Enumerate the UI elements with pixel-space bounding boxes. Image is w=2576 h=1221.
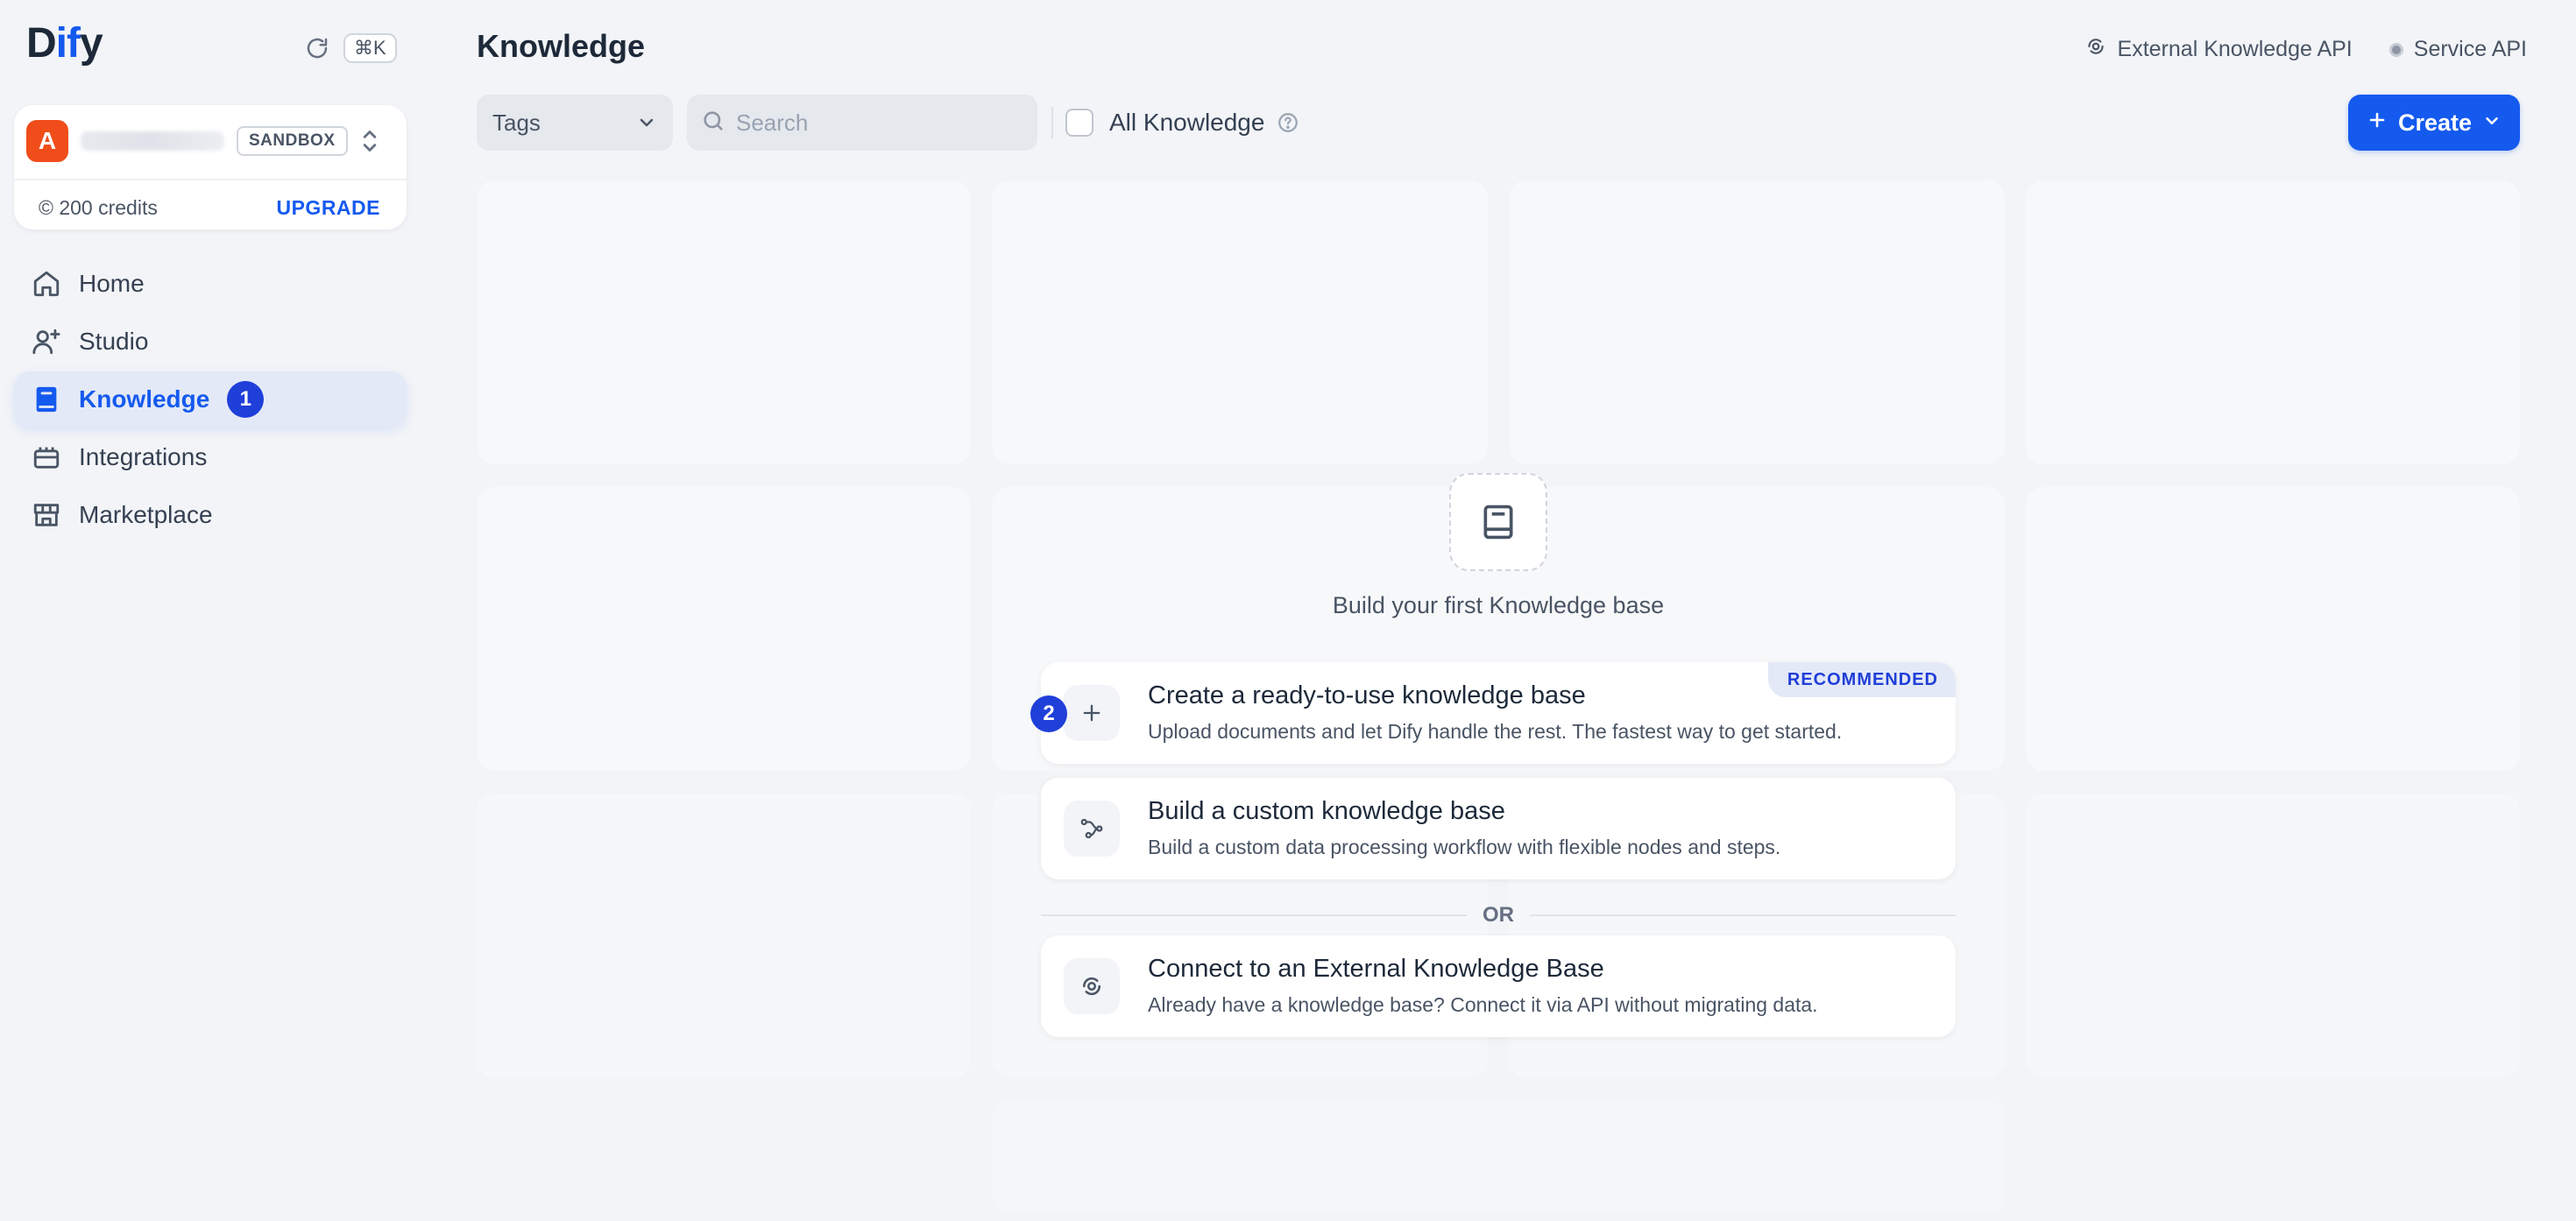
search-input[interactable] [736, 109, 1016, 137]
integrations-icon [30, 441, 63, 474]
marketplace-icon [30, 498, 63, 532]
sidebar-item-integrations[interactable]: Integrations [14, 429, 407, 485]
option-title: Build a custom knowledge base [1148, 797, 1505, 825]
sidebar-item-home[interactable]: Home [14, 256, 407, 312]
recommended-badge: RECOMMENDED [1767, 662, 1956, 697]
chevron-down-icon [636, 112, 657, 133]
chevron-down-icon [2482, 109, 2502, 137]
skeleton-card [477, 487, 971, 771]
all-knowledge-label: All Knowledge [1109, 109, 1265, 136]
tags-dropdown[interactable]: Tags [477, 95, 673, 151]
skeleton-card [2026, 180, 2520, 464]
plus-icon [1064, 685, 1120, 741]
sidebar-item-label: Home [79, 270, 145, 297]
divider [1530, 914, 1956, 916]
create-ready-knowledge-card[interactable]: 2 Create a ready-to-use knowledge base U… [1030, 662, 1956, 764]
skeleton-card [992, 180, 1488, 464]
step-badge-1: 1 [227, 381, 265, 418]
refresh-icon[interactable] [303, 34, 331, 62]
skeleton-card [477, 180, 971, 464]
sidebar-item-label: Studio [79, 328, 149, 355]
studio-icon [30, 325, 63, 358]
service-api-label: Service API [2413, 37, 2527, 61]
knowledge-icon [30, 383, 63, 416]
workspace-card: A SANDBOX © 200 credits UPGRADE [14, 105, 407, 229]
question-circle-icon[interactable] [1277, 111, 1299, 134]
external-api-label: External Knowledge API [2117, 37, 2353, 61]
divider [1041, 914, 1467, 916]
option-description: Upload documents and let Dify handle the… [1148, 720, 1843, 743]
empty-state: Build your first Knowledge base 2 Create… [1030, 473, 1956, 1069]
sidebar-nav: Home Studio Knowledge 1 Integrations Mar… [14, 256, 407, 545]
upgrade-link[interactable]: UPGRADE [276, 196, 380, 220]
create-label: Create [2397, 109, 2473, 136]
create-button[interactable]: Create [2348, 95, 2520, 151]
skeleton-card [477, 794, 971, 1077]
top-links: External Knowledge API Service API [2084, 35, 2527, 64]
skeleton-card [992, 1100, 2005, 1214]
sidebar-item-label: Knowledge [79, 385, 210, 413]
external-knowledge-api-link[interactable]: External Knowledge API [2084, 35, 2353, 64]
skeleton-card [1509, 180, 2005, 464]
status-dot-icon [2388, 42, 2403, 57]
sidebar-item-studio[interactable]: Studio [14, 314, 407, 370]
top-tools: ⌘K [303, 33, 397, 63]
chevron-up-down-icon[interactable] [357, 125, 382, 157]
option-description: Already have a knowledge base? Connect i… [1148, 993, 1818, 1016]
home-icon [30, 267, 63, 300]
workspace-switcher[interactable]: A SANDBOX [26, 119, 394, 163]
sidebar-item-label: Marketplace [79, 501, 213, 528]
option-title: Create a ready-to-use knowledge base [1148, 681, 1586, 709]
all-knowledge-toggle[interactable]: All Knowledge [1065, 95, 1299, 151]
divider [14, 179, 407, 180]
book-icon [1449, 473, 1547, 571]
sidebar-item-knowledge[interactable]: Knowledge 1 [14, 371, 407, 427]
external-api-icon [2084, 35, 2107, 64]
page-title: Knowledge [477, 28, 646, 64]
service-api-link[interactable]: Service API [2388, 37, 2527, 62]
all-knowledge-checkbox[interactable] [1065, 109, 1093, 137]
or-label: OR [1483, 903, 1514, 927]
option-description: Build a custom data processing workflow … [1148, 836, 1781, 858]
sidebar-item-marketplace[interactable]: Marketplace [14, 487, 407, 543]
sidebar-item-label: Integrations [79, 443, 208, 470]
plus-icon [2367, 109, 2388, 137]
skeleton-card [2026, 487, 2520, 771]
dify-logo[interactable]: Dify [26, 19, 103, 67]
search-icon [701, 109, 725, 138]
option-title: Connect to an External Knowledge Base [1148, 955, 1604, 983]
external-api-icon [1064, 958, 1120, 1014]
or-separator: OR [1041, 902, 1956, 928]
tags-label: Tags [492, 109, 541, 136]
workspace-avatar: A [26, 120, 68, 162]
workflow-icon [1064, 801, 1120, 857]
sidebar: Dify ⌘K A SANDBOX © 200 credits UPGRADE … [0, 0, 421, 1221]
connect-external-knowledge-card[interactable]: Connect to an External Knowledge Base Al… [1041, 935, 1956, 1037]
search-box [687, 95, 1037, 151]
step-badge-2: 2 [1030, 695, 1067, 732]
build-custom-knowledge-card[interactable]: Build a custom knowledge base Build a cu… [1041, 778, 1956, 879]
toolbar-divider [1051, 107, 1053, 138]
workspace-name-redacted [81, 131, 224, 151]
toolbar: Tags All Knowledge Create [477, 95, 2520, 151]
plan-badge: SANDBOX [237, 126, 348, 156]
skeleton-card [2026, 794, 2520, 1077]
command-shortcut[interactable]: ⌘K [343, 33, 397, 63]
empty-state-title: Build your first Knowledge base [1332, 592, 1665, 618]
credits-text: © 200 credits [39, 196, 158, 219]
